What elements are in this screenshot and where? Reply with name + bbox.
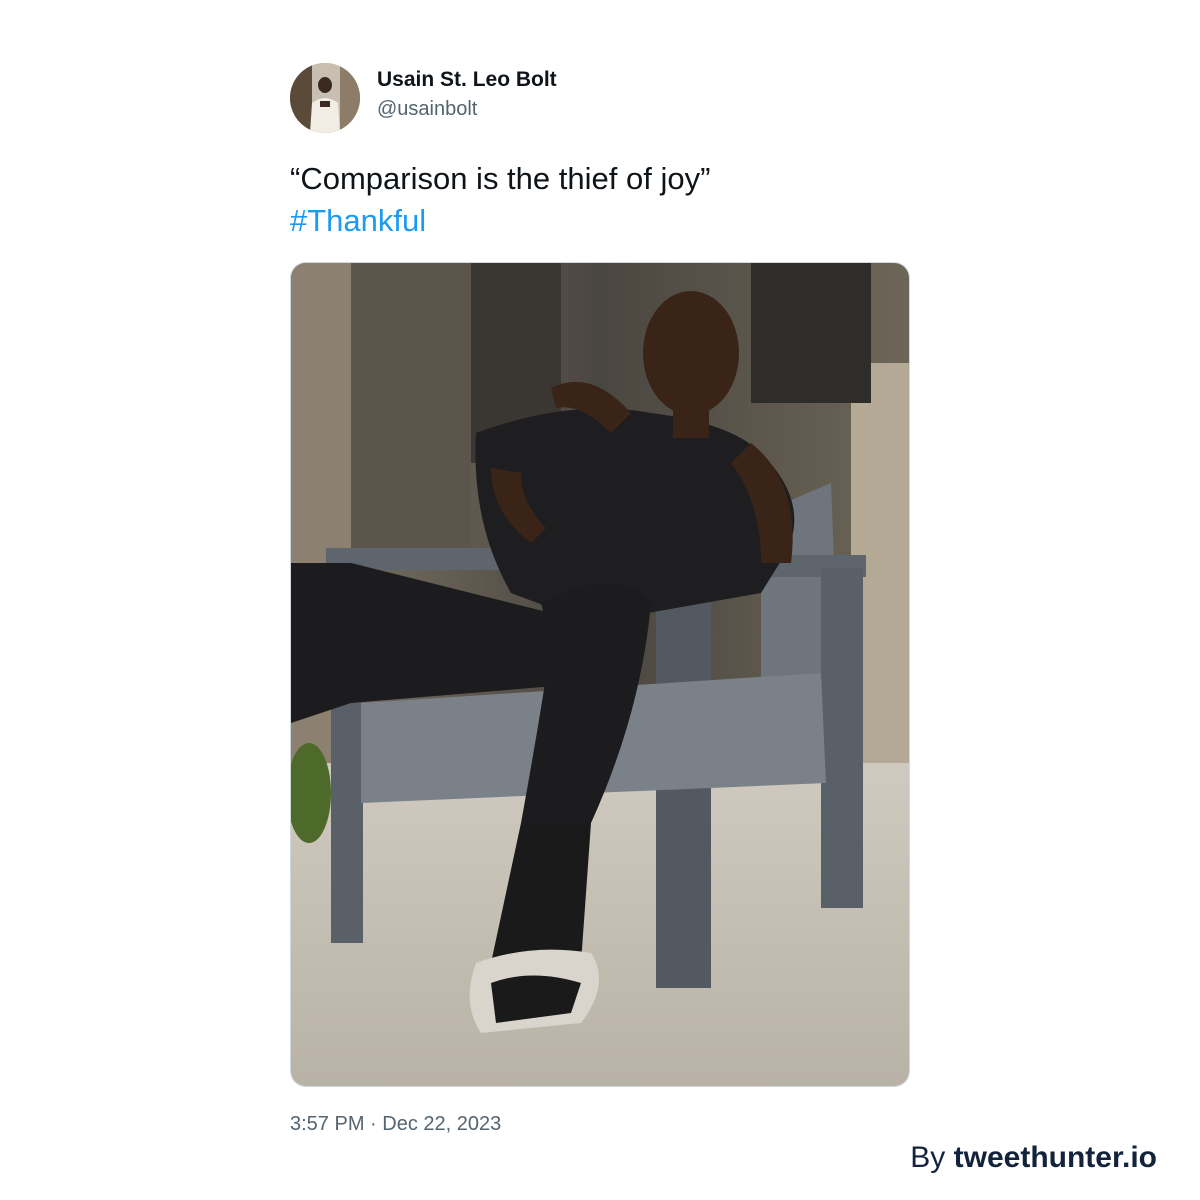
watermark-prefix: By — [910, 1141, 946, 1174]
media-photo — [291, 263, 909, 1086]
tweet-timestamp[interactable]: 3:57 PM · Dec 22, 2023 — [290, 1111, 910, 1137]
author-handle[interactable]: @usainbolt — [377, 96, 557, 122]
tweethunter-watermark: By tweethunter.io — [910, 1140, 1157, 1176]
tweet-header: Usain St. Leo Bolt @usainbolt — [290, 62, 910, 134]
author-names: Usain St. Leo Bolt @usainbolt — [377, 67, 557, 122]
avatar[interactable] — [290, 63, 360, 133]
hashtag-link[interactable]: #Thankful — [290, 200, 910, 242]
avatar-photo — [290, 63, 360, 133]
tweet-media[interactable] — [290, 262, 910, 1087]
author-display-name[interactable]: Usain St. Leo Bolt — [377, 67, 557, 93]
tweet-text: “Comparison is the thief of joy” #Thankf… — [290, 158, 910, 242]
tweet-body: “Comparison is the thief of joy” — [290, 161, 711, 196]
watermark-brand: tweethunter.io — [953, 1141, 1157, 1174]
tweet-card: Usain St. Leo Bolt @usainbolt “Compariso… — [290, 62, 910, 1137]
